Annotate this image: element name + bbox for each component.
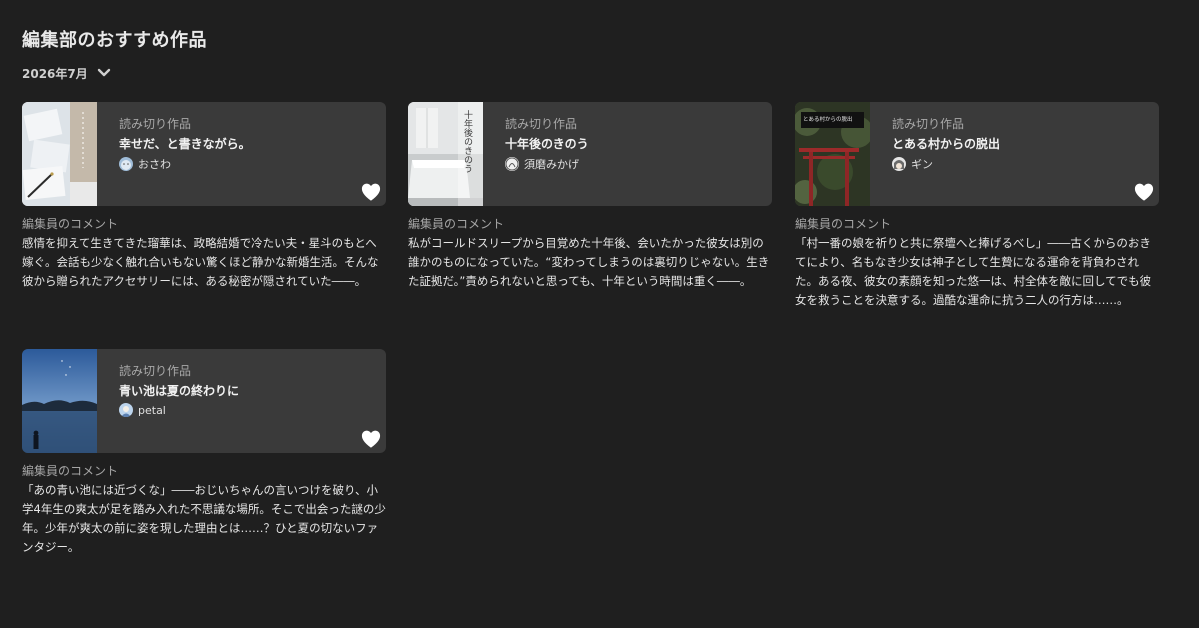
author-name: おさわ xyxy=(138,158,171,171)
author[interactable]: ギン xyxy=(892,156,933,172)
avatar xyxy=(119,157,133,171)
recommendation-entry: とある村からの脱出 読み切り作品 とある村からの脱出 ギン 編集員のコメント 「… xyxy=(795,102,1159,310)
work-title[interactable]: とある村からの脱出 xyxy=(892,135,1000,152)
recommendation-entry: 十年後のきのう 読み切り作品 十年後のきのう 須磨みかげ 編集員のコメント 私が… xyxy=(408,102,772,291)
month-label: 2026年7月 xyxy=(22,66,88,81)
comment-label: 編集員のコメント xyxy=(408,217,505,231)
cover-title: とある村からの脱出 xyxy=(803,117,853,123)
heart-icon[interactable] xyxy=(360,429,382,449)
work-card[interactable]: 十年後のきのう 読み切り作品 十年後のきのう 須磨みかげ xyxy=(408,102,772,206)
work-type: 読み切り作品 xyxy=(119,117,192,131)
heart-icon[interactable] xyxy=(1133,182,1155,202)
cover-title: 十年後のきのう xyxy=(462,110,472,173)
editor-comment: 感情を抑えて生きてきた瑠華は、政略結婚で冷たい夫・星斗のもとへ嫁ぐ。会話も少なく… xyxy=(22,236,379,288)
month-selector[interactable]: 2026年7月 xyxy=(22,64,112,82)
editor-comment: 「あの青い池には近づくな」――おじいちゃんの言いつけを破り、小学4年生の爽太が足… xyxy=(22,483,386,554)
work-type: 読み切り作品 xyxy=(892,117,965,131)
cover-image: 十年後のきのう xyxy=(408,102,483,206)
comment-label: 編集員のコメント xyxy=(795,217,892,231)
cover-image xyxy=(22,349,97,453)
recommendation-entry: 読み切り作品 青い池は夏の終わりに petal 編集員のコメント 「あの青い池に… xyxy=(22,349,386,557)
work-card[interactable]: 読み切り作品 幸せだ、と書きながら。 おさわ xyxy=(22,102,386,206)
cover-image: とある村からの脱出 xyxy=(795,102,870,206)
avatar xyxy=(892,157,906,171)
author[interactable]: 須磨みかげ xyxy=(505,156,579,172)
work-title[interactable]: 十年後のきのう xyxy=(505,135,589,152)
work-card[interactable]: とある村からの脱出 読み切り作品 とある村からの脱出 ギン xyxy=(795,102,1159,206)
editor-comment: 私がコールドスリープから目覚めた十年後、会いたかった彼女は別の誰かのものになって… xyxy=(408,236,770,288)
chevron-down-icon[interactable] xyxy=(96,65,112,81)
work-title[interactable]: 幸せだ、と書きながら。 xyxy=(119,135,251,152)
work-title[interactable]: 青い池は夏の終わりに xyxy=(119,382,239,399)
editor-comment: 「村一番の娘を祈りと共に祭壇へと捧げるべし」――古くからのおきてにより、名もなき… xyxy=(795,236,1152,307)
comment-label: 編集員のコメント xyxy=(22,464,119,478)
author[interactable]: おさわ xyxy=(119,156,171,172)
author-name: ギン xyxy=(911,158,933,171)
page-title: 編集部のおすすめ作品 xyxy=(22,30,207,51)
author-name: 須磨みかげ xyxy=(524,158,579,171)
work-type: 読み切り作品 xyxy=(505,117,578,131)
heart-icon[interactable] xyxy=(360,182,382,202)
comment-label: 編集員のコメント xyxy=(22,217,119,231)
cover-image xyxy=(22,102,97,206)
author-name: petal xyxy=(138,403,166,417)
recommendation-entry: 読み切り作品 幸せだ、と書きながら。 おさわ 編集員のコメント 感情を抑えて生き… xyxy=(22,102,386,291)
work-type: 読み切り作品 xyxy=(119,364,192,378)
avatar xyxy=(119,403,133,417)
work-card[interactable]: 読み切り作品 青い池は夏の終わりに petal xyxy=(22,349,386,453)
avatar xyxy=(505,157,519,171)
author[interactable]: petal xyxy=(119,403,166,417)
